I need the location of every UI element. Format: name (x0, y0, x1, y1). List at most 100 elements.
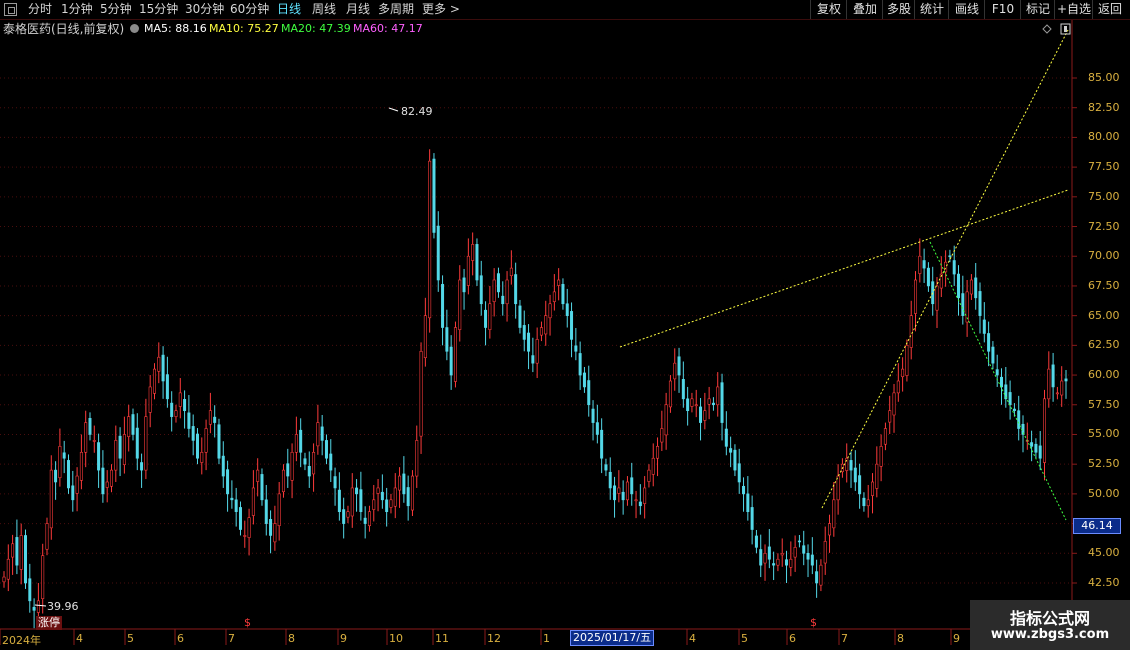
candle-body (531, 355, 535, 364)
time-tick-label: 2024年 (2, 634, 41, 647)
candle-body (54, 469, 58, 483)
candle-body (914, 279, 918, 314)
candle-body (1047, 368, 1051, 400)
candle-body (802, 545, 806, 554)
candle-body (208, 410, 212, 425)
candle-body (501, 295, 505, 305)
price-grid (0, 20, 1130, 645)
candle-body (823, 541, 827, 564)
candle-body (200, 451, 204, 463)
candle-body (307, 466, 311, 477)
candle-body (337, 489, 341, 513)
time-tick-label: 8 (897, 632, 904, 645)
time-tick-label: 10 (389, 632, 403, 645)
candle-body (862, 497, 866, 507)
candle-body (380, 491, 384, 501)
trend-line-steep (821, 29, 1069, 509)
candle-body (372, 499, 376, 510)
candle-body (453, 327, 457, 382)
trend-line-down (929, 241, 1067, 521)
candle-body (853, 467, 857, 483)
candle-body (819, 564, 823, 586)
candle-body (140, 462, 144, 471)
time-tick-label: 8 (288, 632, 295, 645)
kline-chart[interactable] (0, 0, 1130, 650)
candle-body (402, 473, 406, 495)
price-tick-label: 62.50 (1088, 338, 1120, 352)
candle-body (79, 451, 83, 481)
candle-body (875, 463, 879, 489)
candle-body (342, 509, 346, 524)
candle-body (183, 398, 187, 412)
price-tick-label: 50.00 (1088, 486, 1120, 500)
dividend-marker: $ (810, 616, 817, 629)
watermark-title: 指标公式网 (1009, 609, 1090, 628)
stock-title: 泰格医药(日线,前复权) (3, 22, 125, 36)
time-tick-label: 5 (741, 632, 748, 645)
candle-body (2, 576, 6, 583)
candle-body (135, 427, 139, 459)
candle-body (496, 273, 500, 293)
candle-body (608, 471, 612, 489)
candle-body (888, 410, 892, 423)
settings-dot-icon[interactable] (130, 24, 139, 33)
candle-body (385, 499, 389, 513)
candle-body (376, 487, 380, 494)
candle-body (260, 474, 264, 501)
candle-body (982, 319, 986, 334)
candle-body (71, 485, 75, 501)
candle-body (926, 267, 930, 287)
candle-body (754, 535, 758, 548)
candle-body (660, 428, 664, 443)
candle-body (677, 356, 681, 376)
candle-body (1051, 364, 1055, 388)
candle-body (256, 469, 260, 482)
candle-body (535, 339, 539, 364)
candle-body (832, 499, 836, 529)
candle-body (264, 499, 268, 524)
candle-body (793, 547, 797, 558)
candle-body (905, 345, 909, 376)
time-tick-label: 7 (841, 632, 848, 645)
candle-body (729, 448, 733, 453)
candle-body (969, 279, 973, 295)
candle-body (449, 346, 453, 376)
candle-body (230, 497, 234, 501)
candle-body (815, 571, 819, 584)
candle-body (935, 285, 939, 311)
candle-body (944, 261, 948, 273)
candle-body (789, 558, 793, 568)
candle-body (479, 275, 483, 305)
candle-body (604, 464, 608, 471)
candle-body (127, 416, 131, 437)
time-tick-label: 12 (487, 632, 501, 645)
candle-body (690, 398, 694, 407)
candle-body (441, 283, 445, 328)
candle-body (694, 404, 698, 407)
candle-body (1034, 443, 1038, 453)
candle-body (716, 386, 720, 406)
candle-body (234, 499, 238, 513)
candle-body (436, 225, 440, 281)
candle-body (406, 487, 410, 507)
time-tick-label: 7 (228, 632, 235, 645)
candle-body (974, 277, 978, 299)
candle-body (226, 469, 230, 495)
candle-body (746, 493, 750, 513)
candle-body (187, 412, 191, 429)
panel-corner-icons[interactable] (1042, 23, 1071, 35)
candle-body (557, 279, 561, 286)
candle-body (638, 501, 642, 507)
candle-body (987, 333, 991, 352)
candle-body (699, 406, 703, 423)
candle-body (810, 554, 814, 566)
time-tick-label: 5 (127, 632, 134, 645)
candle-body (398, 475, 402, 491)
candle-body (238, 507, 242, 530)
candle-body (514, 274, 518, 305)
candle-body (785, 559, 789, 566)
candle-body (1055, 392, 1059, 395)
candle-body (772, 563, 776, 566)
candle-body (389, 499, 393, 508)
candle-body (320, 426, 324, 441)
